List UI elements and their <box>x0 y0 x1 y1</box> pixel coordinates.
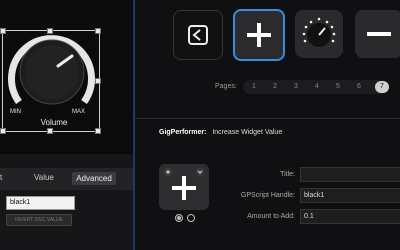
amount-to-add-input[interactable]: 0.1 <box>300 209 400 224</box>
resize-handle[interactable] <box>47 128 53 134</box>
page-button-4[interactable]: 4 <box>310 83 324 90</box>
knob-icon <box>302 17 336 47</box>
minus-icon <box>367 32 391 36</box>
gpscript-handle-label: GPScript Handle: <box>240 192 295 199</box>
knob-max-label: MAX <box>72 109 86 115</box>
invert-osc-value-button[interactable]: INVERT OSC VALUE <box>6 214 72 226</box>
tab-value[interactable]: Value <box>34 173 54 182</box>
amount-to-add-label: Amount to Add: <box>247 213 295 220</box>
radio-option-2[interactable] <box>187 214 195 222</box>
page-button-1[interactable]: 1 <box>247 83 261 90</box>
title-input[interactable] <box>300 167 400 182</box>
tab-bar: t Value Advanced <box>0 168 133 190</box>
page-button-5[interactable]: 5 <box>331 83 345 90</box>
knob-min-label: MIN <box>10 109 21 115</box>
widget-preview <box>159 164 209 210</box>
action-app-label: GigPerformer: <box>159 129 207 136</box>
resize-handle[interactable] <box>0 128 6 134</box>
selection-box[interactable] <box>2 30 100 132</box>
page-button-6[interactable]: 6 <box>352 83 366 90</box>
plus-icon <box>247 23 271 47</box>
knob-tile-button[interactable] <box>295 10 343 58</box>
widget-name-input[interactable]: black1 <box>6 196 75 210</box>
knob-caption: Volume <box>40 118 68 127</box>
resize-handle[interactable] <box>95 78 101 84</box>
knob-canvas: MIN MAX Volume <box>0 0 133 150</box>
widget-editor-panel: MIN MAX Volume t Value Advanced black1 I… <box>0 0 133 250</box>
back-icon <box>188 25 208 45</box>
action-name: Increase Widget Value <box>212 129 283 136</box>
back-tile-button[interactable] <box>173 10 223 60</box>
resize-handle[interactable] <box>95 28 101 34</box>
plus-icon <box>164 168 204 200</box>
tab-advanced[interactable]: Advanced <box>72 172 116 185</box>
resize-handle[interactable] <box>47 28 53 34</box>
title-label: Title: <box>280 171 295 178</box>
page-button-3[interactable]: 3 <box>289 83 303 90</box>
action-panel: Pages: 1 2 3 4 5 6 7 GigPerformer: Incre… <box>135 0 400 250</box>
action-header: GigPerformer: Increase Widget Value <box>159 129 282 136</box>
resize-handle[interactable] <box>0 28 6 34</box>
page-button-7[interactable]: 7 <box>375 81 389 93</box>
resize-handle[interactable] <box>95 128 101 134</box>
gpscript-handle-input[interactable]: black1 <box>300 188 400 203</box>
minus-tile-button[interactable] <box>355 10 400 58</box>
tab-partial[interactable]: t <box>0 173 2 182</box>
page-button-2[interactable]: 2 <box>268 83 282 90</box>
panel-separator <box>0 150 133 154</box>
plus-tile-button[interactable] <box>233 9 285 61</box>
section-divider <box>135 118 400 119</box>
pages-label: Pages: <box>215 83 237 90</box>
radio-option-1[interactable] <box>175 214 183 222</box>
